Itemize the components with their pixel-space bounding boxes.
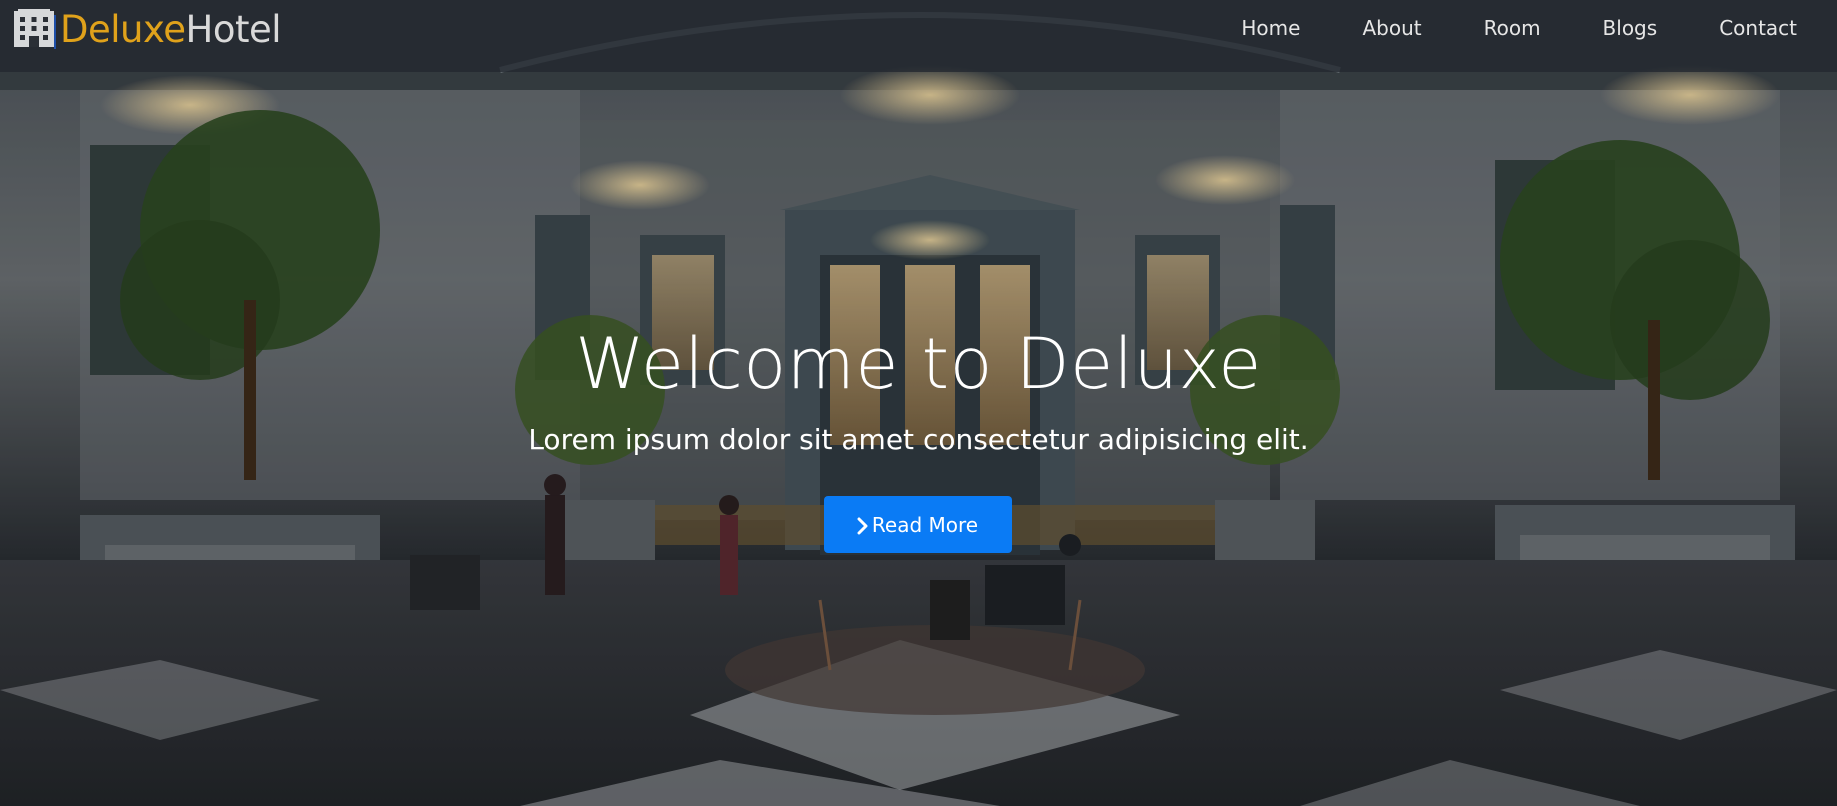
hotel-building-icon (12, 9, 57, 49)
main-nav: Home About Room Blogs Contact (1179, 0, 1825, 64)
hero-subtitle: Lorem ipsum dolor sit amet consectetur a… (528, 423, 1309, 456)
nav-link-about[interactable]: About (1362, 16, 1421, 40)
read-more-label: Read More (871, 512, 979, 537)
read-more-button[interactable]: Read More (823, 496, 1012, 553)
hero-section: DeluxeHotel Home About Room Blogs Contac… (0, 0, 1837, 806)
navbar: DeluxeHotel Home About Room Blogs Contac… (0, 0, 1837, 72)
nav-link-home[interactable]: Home (1241, 16, 1300, 40)
chevron-right-icon (857, 516, 869, 534)
hero-title: Welcome to Deluxe (575, 323, 1262, 405)
hero-content: Welcome to Deluxe Lorem ipsum dolor sit … (0, 320, 1837, 553)
nav-link-contact[interactable]: Contact (1719, 16, 1797, 40)
brand-name-deluxe: Deluxe (60, 7, 186, 51)
brand-name-hotel: Hotel (185, 7, 282, 51)
brand-name: DeluxeHotel (60, 7, 282, 51)
nav-link-room[interactable]: Room (1484, 16, 1541, 40)
nav-link-blogs[interactable]: Blogs (1603, 16, 1658, 40)
brand-logo[interactable]: DeluxeHotel (12, 0, 282, 65)
